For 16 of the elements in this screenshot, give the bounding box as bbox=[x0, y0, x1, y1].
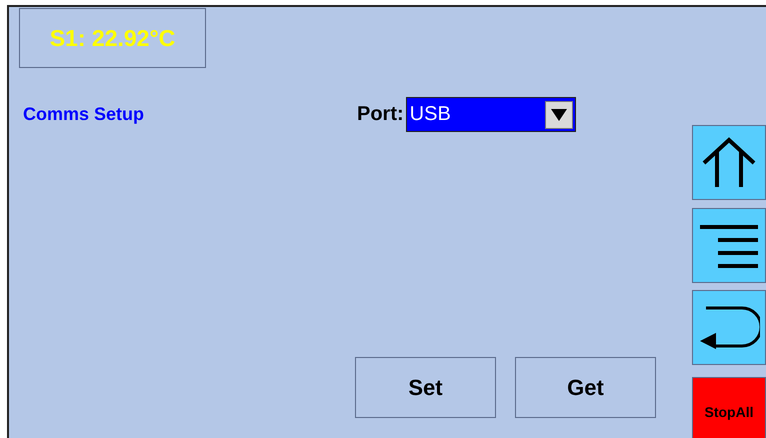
menu-icon bbox=[698, 224, 760, 268]
stop-all-button[interactable]: StopAll bbox=[692, 377, 766, 438]
get-button[interactable]: Get bbox=[515, 357, 656, 418]
menu-button[interactable] bbox=[692, 208, 766, 283]
temperature-readout: S1: 22.92°C bbox=[19, 8, 206, 68]
port-value: USB bbox=[410, 103, 451, 126]
port-dropdown[interactable]: USB bbox=[406, 97, 576, 132]
up-arrow-icon bbox=[702, 136, 756, 188]
port-label: Port: bbox=[357, 103, 404, 126]
set-button[interactable]: Set bbox=[355, 357, 496, 418]
section-title: Comms Setup bbox=[23, 104, 146, 125]
back-button[interactable] bbox=[692, 290, 766, 365]
up-button[interactable] bbox=[692, 125, 766, 200]
return-arrow-icon bbox=[698, 306, 760, 350]
caret-icon bbox=[550, 108, 567, 120]
dropdown-button[interactable] bbox=[544, 100, 573, 128]
